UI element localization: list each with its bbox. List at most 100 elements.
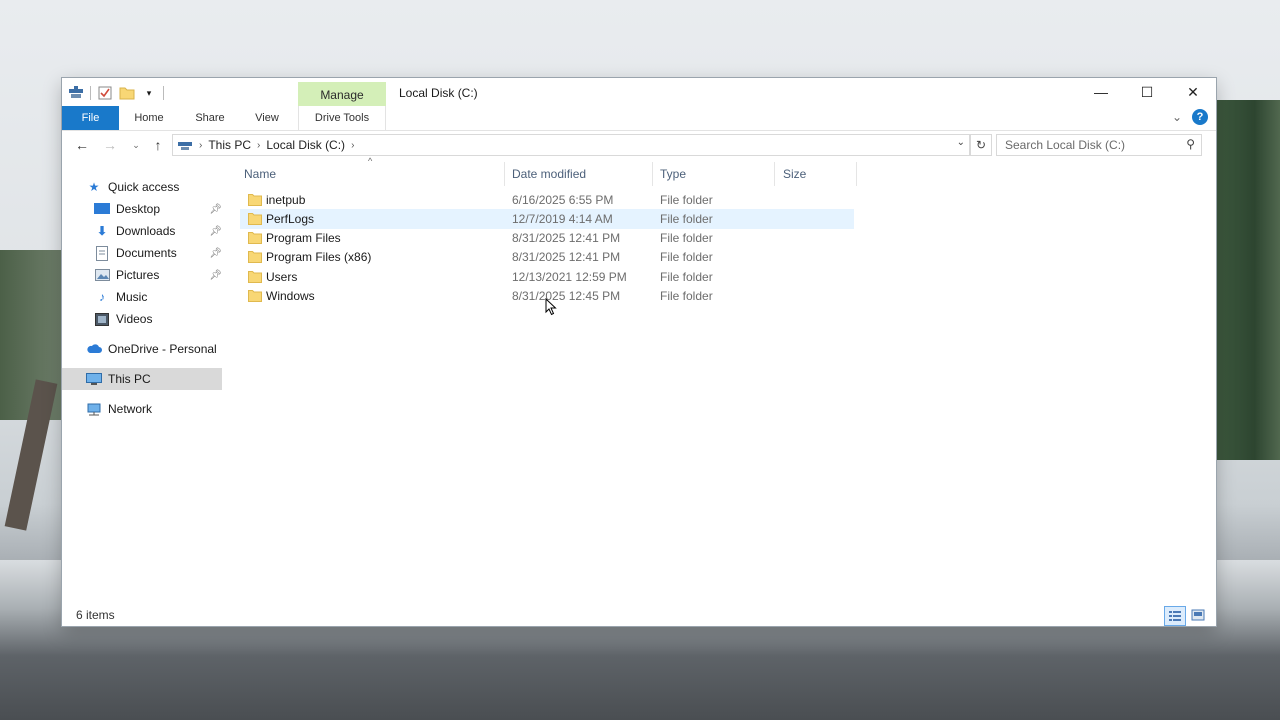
background-trees-right [1216,100,1280,460]
table-row[interactable]: Users 12/13/2021 12:59 PM File folder [240,267,854,287]
nav-this-pc[interactable]: This PC [62,368,222,390]
mouse-cursor-icon [545,298,557,316]
properties-icon[interactable] [97,85,113,101]
back-arrow-icon[interactable]: ← [72,135,92,155]
tab-file[interactable]: File [62,106,119,130]
file-date-modified: 6/16/2025 6:55 PM [512,193,614,207]
nav-item-label: Music [116,290,148,304]
network-icon [86,401,102,417]
column-divider[interactable] [504,162,505,186]
nav-item-label: Network [108,402,153,416]
tab-home[interactable]: Home [124,106,174,130]
ribbon-right-controls: ⌄ ? [1172,109,1208,125]
maximize-button[interactable]: ☐ [1124,78,1170,106]
search-box[interactable]: ⚲ [996,134,1202,156]
recent-locations-chevron-icon[interactable]: ⌄ [126,135,146,155]
nav-item-label: Downloads [116,224,176,238]
status-bar: 6 items [62,604,1216,626]
refresh-icon[interactable]: ↻ [970,134,992,156]
nav-music[interactable]: ♪ Music [94,286,222,308]
column-divider[interactable] [774,162,775,186]
star-icon: ★ [88,180,100,194]
nav-desktop[interactable]: Desktop 📌︎ [94,198,222,220]
column-header-name[interactable]: Name [244,162,276,186]
nav-videos[interactable]: Videos [94,308,222,330]
manage-contextual-tab[interactable]: Manage [298,82,386,108]
breadcrumb-chevron-icon[interactable]: › [351,140,354,151]
pin-icon[interactable]: 📌︎ [209,204,222,215]
up-arrow-icon[interactable]: ↑ [148,135,168,155]
column-header-date-modified[interactable]: Date modified [512,162,586,186]
nav-network[interactable]: Network [86,398,246,420]
customize-toolbar-dropdown-icon[interactable]: ▾ [141,85,157,101]
file-type: File folder [660,250,713,264]
breadcrumb-local-disk[interactable]: Local Disk (C:) [266,138,345,152]
column-header-size[interactable]: Size [783,162,806,186]
file-list: ^ Name Date modified Type Size inetpub 6… [240,156,1216,602]
breadcrumb-this-pc[interactable]: This PC [208,138,251,152]
tab-drive-tools[interactable]: Drive Tools [298,106,386,130]
file-date-modified: 12/7/2019 4:14 AM [512,212,613,226]
breadcrumb-chevron-icon[interactable]: › [257,140,260,151]
desktop-icon [94,201,110,217]
minimize-button[interactable]: — [1078,78,1124,106]
search-input[interactable] [1003,137,1183,153]
address-bar[interactable]: › This PC › Local Disk (C:) › ⌄ [172,134,970,156]
nav-downloads[interactable]: ⬇ Downloads 📌︎ [94,220,222,242]
file-date-modified: 8/31/2025 12:45 PM [512,289,621,303]
file-name: Windows [266,289,315,303]
address-dropdown-icon[interactable]: ⌄ [957,137,965,148]
tab-view[interactable]: View [244,106,290,130]
view-toggle [1164,606,1208,626]
close-button[interactable]: ✕ [1170,78,1216,106]
tab-share[interactable]: Share [184,106,236,130]
nav-pictures[interactable]: Pictures 📌︎ [94,264,222,286]
file-date-modified: 8/31/2025 12:41 PM [512,231,621,245]
file-date-modified: 8/31/2025 12:41 PM [512,250,621,264]
new-folder-icon[interactable] [119,85,135,101]
cloud-icon [86,341,102,357]
breadcrumb-chevron-icon[interactable]: › [199,140,202,151]
pin-icon[interactable]: 📌︎ [209,226,222,237]
file-name: inetpub [266,193,306,207]
column-header-type[interactable]: Type [660,162,686,186]
navigation-pane: ★ Quick access Desktop 📌︎ ⬇ Downloads 📌︎… [62,168,232,598]
nav-item-label: Pictures [116,268,160,282]
window-title: Local Disk (C:) [399,86,478,100]
table-row[interactable]: inetpub 6/16/2025 6:55 PM File folder [240,190,854,210]
table-row[interactable]: PerfLogs 12/7/2019 4:14 AM File folder [240,209,854,229]
expand-ribbon-icon[interactable]: ⌄ [1172,110,1182,124]
file-type: File folder [660,270,713,284]
large-icons-view-icon[interactable] [1188,606,1208,624]
help-icon[interactable]: ? [1192,109,1208,125]
column-divider[interactable] [856,162,857,186]
nav-item-label: This PC [108,372,151,386]
pin-icon[interactable]: 📌︎ [209,248,222,259]
computer-icon [86,371,102,387]
file-name: Program Files (x86) [266,250,372,264]
folder-icon [248,213,262,225]
pin-icon[interactable]: 📌︎ [209,270,222,281]
column-divider[interactable] [652,162,653,186]
table-row[interactable]: Program Files (x86) 8/31/2025 12:41 PM F… [240,247,854,267]
folder-icon [248,232,262,244]
quick-access-toolbar: ▾ [68,83,164,103]
file-explorer-window: ▾ Manage Local Disk (C:) — ☐ ✕ File Home… [62,78,1216,626]
nav-onedrive[interactable]: OneDrive - Personal [86,338,222,360]
nav-documents[interactable]: Documents 📌︎ [94,242,222,264]
toolbar-separator [90,86,91,100]
videos-icon [94,311,110,327]
sort-ascending-icon: ^ [368,156,373,166]
item-count: 6 items [76,608,115,622]
download-icon: ⬇ [96,224,108,238]
search-icon[interactable]: ⚲ [1186,137,1195,151]
file-type: File folder [660,231,713,245]
nav-item-label: OneDrive - Personal [108,342,217,356]
forward-arrow-icon[interactable]: → [100,135,120,155]
explorer-app-icon[interactable] [68,85,84,101]
documents-icon [94,245,110,261]
details-view-icon[interactable] [1164,606,1186,626]
column-header-row: ^ Name Date modified Type Size [240,156,860,186]
table-row[interactable]: Program Files 8/31/2025 12:41 PM File fo… [240,228,854,248]
nav-quick-access[interactable]: ★ Quick access [86,176,246,198]
